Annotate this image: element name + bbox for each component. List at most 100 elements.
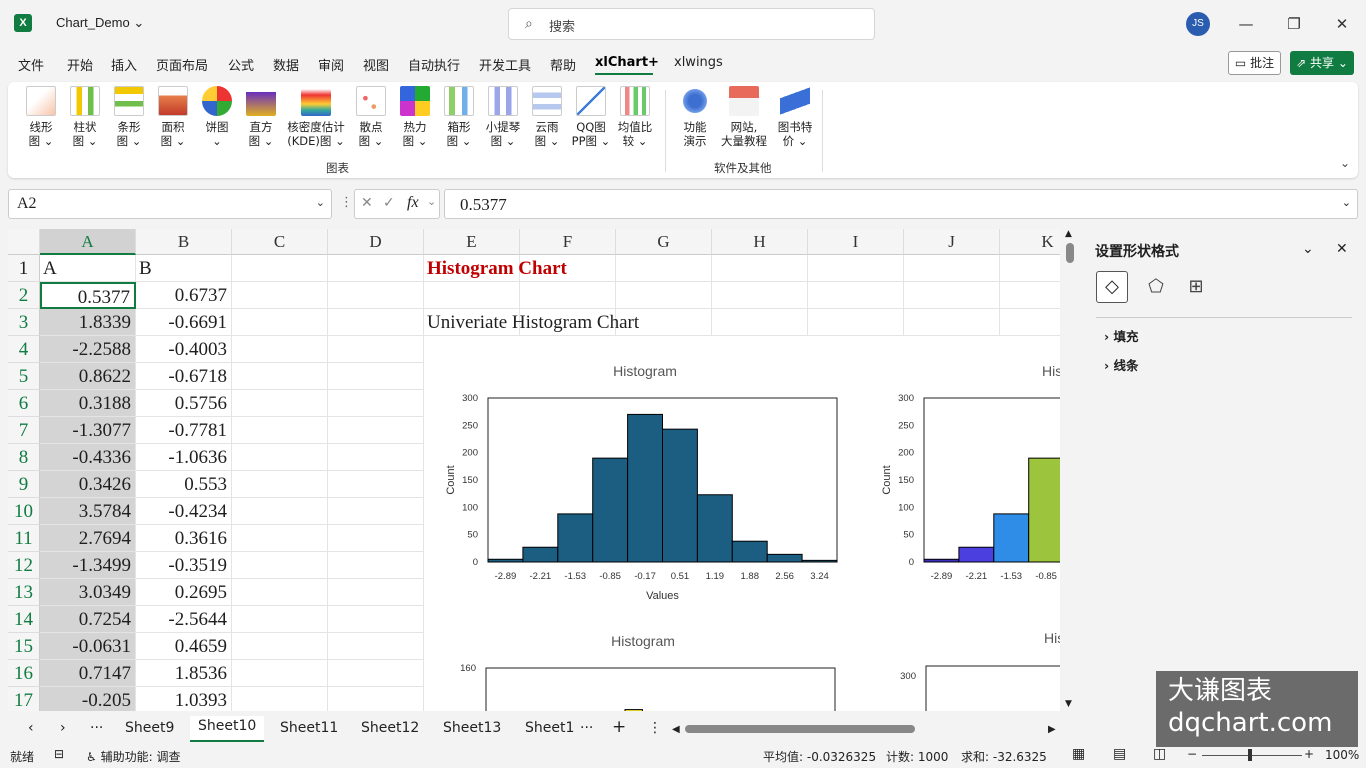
cell-b[interactable]: -2.5644	[136, 606, 232, 633]
raincloud-chart-button[interactable]: 云雨图 ⌄	[525, 86, 569, 148]
insert-function-icon[interactable]: fx	[407, 194, 419, 212]
scroll-down-icon[interactable]: ▼	[1065, 699, 1072, 709]
histogram-chart-3[interactable]: Histogram120140160	[424, 621, 860, 711]
heatmap-chart-button[interactable]: 热力图 ⌄	[393, 86, 437, 148]
cell-empty[interactable]	[520, 282, 616, 309]
cell-empty[interactable]	[1000, 255, 1060, 282]
website-tutorials-button[interactable]: 网站, 大量教程	[717, 86, 771, 148]
fill-section[interactable]: › 填充	[1104, 326, 1139, 345]
cell-a[interactable]: 3.5784	[40, 498, 136, 525]
cell-c[interactable]	[232, 390, 328, 417]
cell-a[interactable]: -1.3077	[40, 417, 136, 444]
pane-options-icon[interactable]: ⌄	[1302, 241, 1314, 257]
zoom-slider[interactable]	[1202, 755, 1302, 756]
cell-b[interactable]: 0.3616	[136, 525, 232, 552]
cell-d[interactable]	[328, 255, 424, 282]
cell-empty[interactable]	[808, 282, 904, 309]
cell-c[interactable]	[232, 660, 328, 687]
fill-line-icon[interactable]: ◇	[1096, 271, 1128, 303]
hscroll-left-icon[interactable]: ◀	[672, 724, 680, 735]
chart-section-title[interactable]: Histogram Chart	[424, 255, 824, 282]
tab-sheet10[interactable]: Sheet10	[190, 716, 265, 742]
more-tabs-icon[interactable]: ···	[580, 720, 593, 736]
cell-d[interactable]	[328, 552, 424, 579]
active-cell[interactable]: 0.5377	[40, 282, 136, 309]
confirm-icon[interactable]: ✓	[383, 195, 395, 211]
cell-a[interactable]: 1.8339	[40, 309, 136, 336]
cell-c[interactable]	[232, 606, 328, 633]
menu-formulas[interactable]: 公式	[228, 55, 254, 74]
row-header[interactable]: 8	[8, 444, 40, 471]
cell-d[interactable]	[328, 390, 424, 417]
cell-b[interactable]: 0.2695	[136, 579, 232, 606]
cell-a[interactable]: 0.7147	[40, 660, 136, 687]
column-header[interactable]: H	[712, 229, 808, 255]
scroll-up-icon[interactable]: ▲	[1065, 229, 1072, 239]
normal-view-icon[interactable]: ▦	[1072, 746, 1085, 762]
page-break-view-icon[interactable]: ◫	[1153, 746, 1166, 762]
menu-developer[interactable]: 开发工具	[479, 55, 531, 74]
row-header[interactable]: 3	[8, 309, 40, 336]
scroll-thumb[interactable]	[1066, 243, 1074, 263]
zoom-slider-thumb[interactable]	[1248, 749, 1252, 761]
menu-review[interactable]: 审阅	[318, 55, 344, 74]
close-button[interactable]: ✕	[1327, 10, 1357, 38]
cell-empty[interactable]	[904, 282, 1000, 309]
cell-c[interactable]	[232, 444, 328, 471]
cell-d[interactable]	[328, 633, 424, 660]
zoom-level[interactable]: 100%	[1325, 748, 1359, 762]
histogram-chart-1[interactable]: Histogram 0 50 100 150 200 250 300 Count -2.89 -2.…	[424, 351, 860, 619]
line-chart-button[interactable]: 线形图 ⌄	[19, 86, 63, 148]
menu-file[interactable]: 文件	[18, 55, 44, 74]
cell-c[interactable]	[232, 471, 328, 498]
zoom-in-icon[interactable]: +	[1304, 747, 1314, 761]
cell-c[interactable]	[232, 282, 328, 309]
cell-d[interactable]	[328, 525, 424, 552]
cell-a[interactable]: -2.2588	[40, 336, 136, 363]
size-properties-icon[interactable]: ⊞	[1182, 273, 1210, 301]
row-header[interactable]: 7	[8, 417, 40, 444]
cell-d[interactable]	[328, 687, 424, 711]
cell-b[interactable]: 1.8536	[136, 660, 232, 687]
column-header[interactable]: D	[328, 229, 424, 255]
chart-section-subtitle[interactable]: Univeriate Histogram Chart	[424, 309, 824, 336]
histogram-chart-button[interactable]: 直方图 ⌄	[239, 86, 283, 148]
tab-scroll-left-icon[interactable]: ‹	[28, 720, 34, 736]
expand-formula-icon[interactable]: ⌄	[1342, 196, 1351, 209]
name-box[interactable]: A2 ⌄	[8, 189, 332, 219]
pie-chart-button[interactable]: 饼图 ⌄	[195, 86, 239, 148]
minimize-button[interactable]: —	[1231, 10, 1261, 38]
menu-automate[interactable]: 自动执行	[408, 55, 460, 74]
scatter-chart-button[interactable]: 散点图 ⌄	[349, 86, 393, 148]
cell-b[interactable]: -1.0636	[136, 444, 232, 471]
histogram-chart-2[interactable]: His 0 50 100 150 200 250 300 Count -2.89 -2.21 -1.5…	[870, 351, 1060, 619]
cell-a[interactable]: -1.3499	[40, 552, 136, 579]
share-button[interactable]: ⇗ 共享 ⌄	[1290, 51, 1354, 75]
row-header[interactable]: 15	[8, 633, 40, 660]
cell-c[interactable]	[232, 336, 328, 363]
row-header[interactable]: 16	[8, 660, 40, 687]
cell-empty[interactable]	[1000, 309, 1060, 336]
cell-empty[interactable]	[424, 282, 520, 309]
page-layout-view-icon[interactable]: ▤	[1113, 746, 1126, 762]
column-header[interactable]: G	[616, 229, 712, 255]
cell-a[interactable]: -0.205	[40, 687, 136, 711]
menu-home[interactable]: 开始	[67, 55, 93, 74]
document-title[interactable]: Chart_Demo ⌄	[56, 15, 144, 31]
cell-a[interactable]: A	[40, 255, 136, 282]
row-header[interactable]: 14	[8, 606, 40, 633]
cell-b[interactable]: -0.6718	[136, 363, 232, 390]
tab-options-icon[interactable]: ⋮	[648, 720, 662, 736]
cell-a[interactable]: 2.7694	[40, 525, 136, 552]
column-header[interactable]: J	[904, 229, 1000, 255]
cell-c[interactable]	[232, 579, 328, 606]
macro-record-icon[interactable]: ⊟	[54, 747, 64, 761]
line-section[interactable]: › 线条	[1104, 355, 1139, 374]
cell-d[interactable]	[328, 606, 424, 633]
column-header[interactable]: K	[1000, 229, 1060, 255]
row-header[interactable]: 1	[8, 255, 40, 282]
cell-a[interactable]: 0.3188	[40, 390, 136, 417]
cell-empty[interactable]	[616, 282, 712, 309]
cell-d[interactable]	[328, 309, 424, 336]
column-header[interactable]: B	[136, 229, 232, 255]
